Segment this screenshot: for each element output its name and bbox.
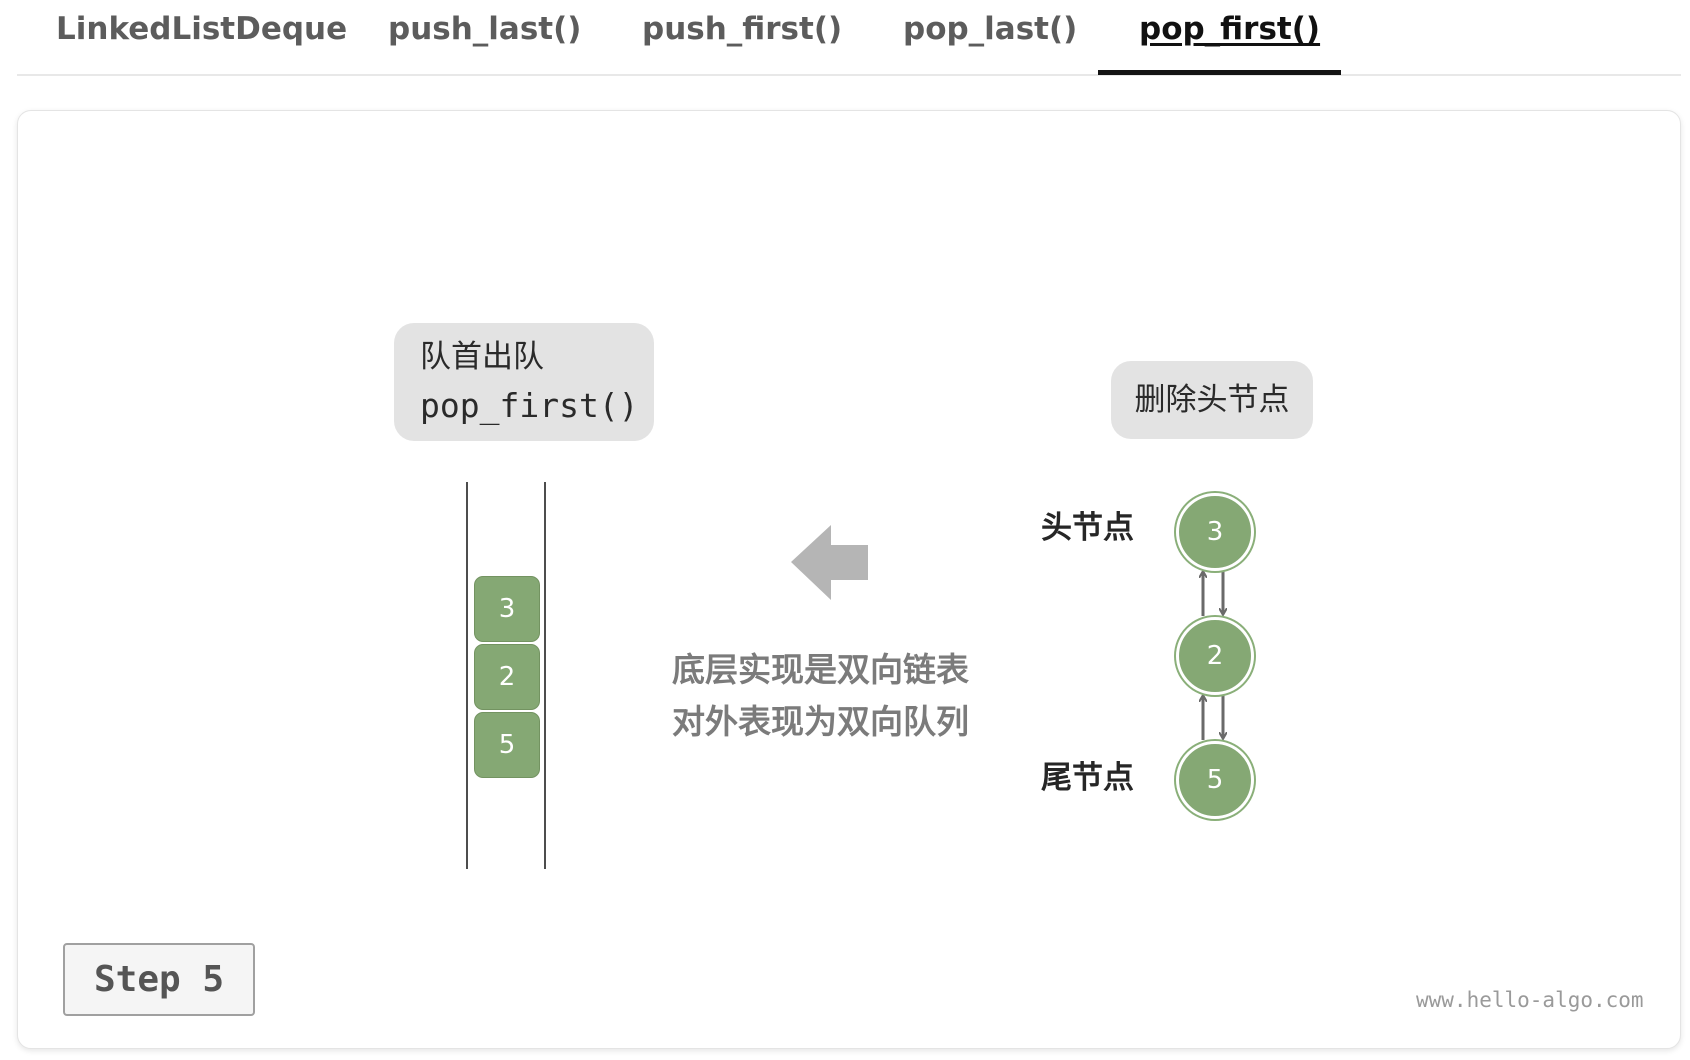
list-node: 5 xyxy=(1176,741,1254,819)
head-node-label: 头节点 xyxy=(1041,510,1134,546)
diagram-arrows xyxy=(791,525,1690,740)
left-arrow-icon xyxy=(791,525,868,600)
description-line: 对外表现为双向队列 xyxy=(672,702,969,741)
description-text: 底层实现是双向链表 对外表现为双向队列 xyxy=(672,644,1002,748)
list-node: 3 xyxy=(1176,493,1254,571)
tail-node-label: 尾节点 xyxy=(1041,760,1134,796)
list-node: 2 xyxy=(1176,617,1254,695)
step-indicator: Step 5 xyxy=(63,943,255,1016)
description-line: 底层实现是双向链表 xyxy=(672,650,969,689)
delete-head-box: 删除头节点 xyxy=(1111,361,1313,439)
watermark: www.hello-algo.com xyxy=(1416,988,1644,1012)
